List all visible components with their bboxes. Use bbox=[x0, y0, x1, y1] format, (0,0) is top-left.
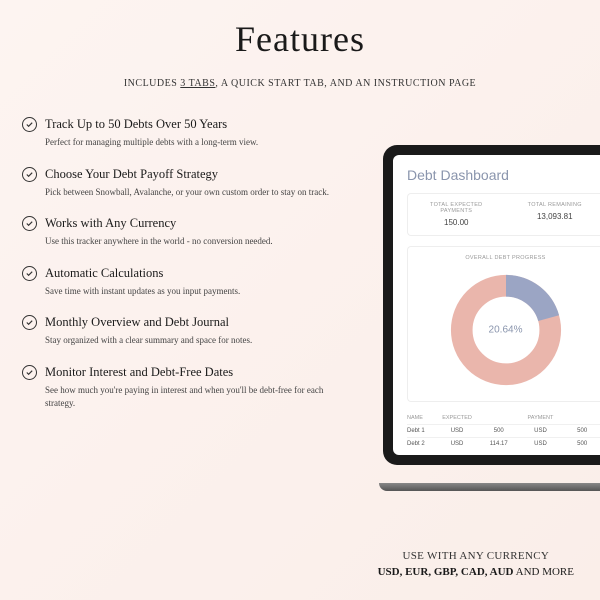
check-icon bbox=[22, 315, 37, 330]
td: Debt 2 bbox=[407, 441, 436, 447]
th bbox=[478, 415, 520, 421]
debt-table: NAME EXPECTED PAYMENT Debt 1 USD 500 USD… bbox=[407, 412, 600, 450]
feature-item: Automatic Calculations Save time with in… bbox=[22, 266, 332, 298]
subtitle-pre: INCLUDES bbox=[124, 78, 180, 89]
check-icon bbox=[22, 266, 37, 281]
feature-title: Works with Any Currency bbox=[45, 216, 176, 231]
feature-desc: Save time with instant updates as you in… bbox=[45, 285, 332, 298]
th bbox=[561, 415, 600, 421]
td: 114.17 bbox=[478, 441, 520, 447]
td: 500 bbox=[561, 428, 600, 434]
donut-percentage: 20.64% bbox=[489, 325, 523, 336]
feature-title: Monitor Interest and Debt-Free Dates bbox=[45, 365, 233, 380]
table-row: Debt 2 USD 114.17 USD 500 bbox=[407, 437, 600, 450]
stat-value: 150.00 bbox=[416, 218, 497, 227]
feature-item: Monitor Interest and Debt-Free Dates See… bbox=[22, 365, 332, 409]
footer-currencies: USD, EUR, GBP, CAD, AUD bbox=[378, 566, 514, 578]
th: NAME bbox=[407, 415, 436, 421]
feature-title: Monthly Overview and Debt Journal bbox=[45, 315, 229, 330]
td: USD bbox=[436, 428, 478, 434]
th: PAYMENT bbox=[520, 415, 562, 421]
check-icon bbox=[22, 167, 37, 182]
progress-label: OVERALL DEBT PROGRESS bbox=[408, 255, 600, 261]
footer: USE WITH ANY CURRENCY USD, EUR, GBP, CAD… bbox=[378, 550, 574, 578]
laptop-screen: Debt Dashboard TOTAL EXPECTED PAYMENTS 1… bbox=[383, 145, 600, 465]
feature-desc: Use this tracker anywhere in the world -… bbox=[45, 235, 332, 248]
feature-desc: Pick between Snowball, Avalanche, or you… bbox=[45, 186, 332, 199]
stat-label: TOTAL REMAINING bbox=[515, 202, 596, 208]
footer-more: AND MORE bbox=[513, 566, 574, 578]
subtitle-post: , A QUICK START TAB, AND AN INSTRUCTION … bbox=[215, 78, 476, 89]
page-title: Features bbox=[0, 0, 600, 60]
feature-desc: See how much you're paying in interest a… bbox=[45, 384, 332, 409]
footer-line2: USD, EUR, GBP, CAD, AUD AND MORE bbox=[378, 566, 574, 578]
td: USD bbox=[520, 441, 562, 447]
feature-item: Monthly Overview and Debt Journal Stay o… bbox=[22, 315, 332, 347]
laptop-mockup: Debt Dashboard TOTAL EXPECTED PAYMENTS 1… bbox=[383, 145, 600, 485]
feature-desc: Perfect for managing multiple debts with… bbox=[45, 136, 332, 149]
laptop-base bbox=[379, 483, 600, 491]
features-list: Track Up to 50 Debts Over 50 Years Perfe… bbox=[22, 117, 332, 409]
td: USD bbox=[436, 441, 478, 447]
table-header: NAME EXPECTED PAYMENT bbox=[407, 412, 600, 424]
feature-title: Automatic Calculations bbox=[45, 266, 163, 281]
td: 500 bbox=[561, 441, 600, 447]
check-icon bbox=[22, 365, 37, 380]
check-icon bbox=[22, 117, 37, 132]
td: 500 bbox=[478, 428, 520, 434]
check-icon bbox=[22, 216, 37, 231]
feature-item: Choose Your Debt Payoff Strategy Pick be… bbox=[22, 167, 332, 199]
footer-line1: USE WITH ANY CURRENCY bbox=[378, 550, 574, 562]
stat-value: 13,093.81 bbox=[515, 212, 596, 221]
feature-desc: Stay organized with a clear summary and … bbox=[45, 334, 332, 347]
td: USD bbox=[520, 428, 562, 434]
dashboard-display: Debt Dashboard TOTAL EXPECTED PAYMENTS 1… bbox=[393, 155, 600, 455]
stats-row: TOTAL EXPECTED PAYMENTS 150.00 TOTAL REM… bbox=[407, 193, 600, 236]
feature-title: Choose Your Debt Payoff Strategy bbox=[45, 167, 218, 182]
td: Debt 1 bbox=[407, 428, 436, 434]
donut-chart: 20.64% bbox=[447, 271, 565, 389]
feature-item: Works with Any Currency Use this tracker… bbox=[22, 216, 332, 248]
stat-label: TOTAL EXPECTED PAYMENTS bbox=[416, 202, 497, 214]
stat-remaining: TOTAL REMAINING 13,093.81 bbox=[515, 202, 596, 227]
th: EXPECTED bbox=[436, 415, 478, 421]
table-row: Debt 1 USD 500 USD 500 bbox=[407, 424, 600, 437]
dashboard-title: Debt Dashboard bbox=[407, 167, 600, 183]
subtitle: INCLUDES 3 TABS, A QUICK START TAB, AND … bbox=[0, 78, 600, 89]
progress-section: OVERALL DEBT PROGRESS 20.64% bbox=[407, 246, 600, 402]
feature-title: Track Up to 50 Debts Over 50 Years bbox=[45, 117, 227, 132]
feature-item: Track Up to 50 Debts Over 50 Years Perfe… bbox=[22, 117, 332, 149]
subtitle-underline: 3 TABS bbox=[180, 78, 215, 89]
stat-expected: TOTAL EXPECTED PAYMENTS 150.00 bbox=[416, 202, 497, 227]
